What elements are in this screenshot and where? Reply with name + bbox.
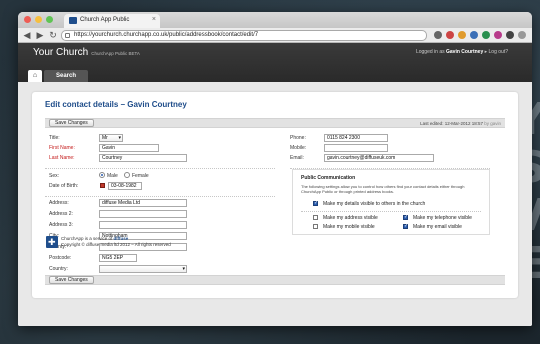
extension-icon[interactable] — [458, 31, 466, 39]
address2-field[interactable] — [99, 210, 187, 218]
close-window-icon[interactable] — [24, 16, 31, 23]
divider — [301, 211, 481, 212]
tab-title: Church App Public — [80, 17, 130, 23]
favicon-icon — [69, 17, 77, 24]
dob-label: Date of Birth: — [49, 183, 79, 189]
sex-female-radio[interactable] — [124, 172, 130, 178]
churchapp-logo-icon — [46, 236, 58, 248]
main-content: Edit contact details – Gavin Courtney Sa… — [18, 82, 532, 326]
maximize-window-icon[interactable] — [46, 16, 53, 23]
public-communication-title: Public Communication — [301, 175, 356, 181]
address-visible-label: Make my address visible — [323, 215, 378, 221]
details-visible-checkbox[interactable] — [313, 200, 318, 206]
country-label: Country: — [49, 266, 68, 272]
address3-label: Address 3: — [49, 222, 73, 228]
home-icon[interactable]: ⌂ — [28, 70, 42, 82]
first-name-field[interactable]: Gavin — [99, 144, 159, 152]
main-nav: ⌂ Search — [28, 70, 89, 82]
extension-icon[interactable] — [494, 31, 502, 39]
country-select[interactable] — [99, 265, 187, 273]
public-communication-box: Public Communication The following setti… — [292, 169, 490, 235]
address-visible-checkbox[interactable] — [313, 215, 318, 220]
address-field[interactable]: diffuse Media Ltd — [99, 199, 187, 207]
first-name-label: First Name: — [49, 145, 75, 151]
address-bar[interactable]: https://yourchurch.churchapp.co.uk/publi… — [61, 29, 427, 41]
bottom-action-bar: Save Changes — [45, 275, 505, 285]
divider — [45, 168, 275, 169]
tab-strip: Church App Public × — [18, 12, 532, 28]
save-changes-button[interactable]: Save Changes — [49, 276, 94, 284]
sex-female-label: Female — [132, 173, 149, 179]
mobile-visible-label: Make my mobile visible — [323, 224, 375, 230]
divider — [45, 196, 275, 197]
wrench-icon[interactable] — [518, 31, 526, 39]
footer-copyright: Copyright © diffuse media ltd 2012 – All… — [61, 242, 171, 247]
email-field[interactable]: gavin.courtney@diffuseuk.com — [324, 154, 434, 162]
extension-icon[interactable] — [506, 31, 514, 39]
last-name-label: Last Name: — [49, 155, 75, 161]
sex-male-label: Male — [107, 173, 118, 179]
sex-male-radio[interactable] — [99, 172, 105, 178]
edit-contact-panel: Edit contact details – Gavin Courtney Sa… — [32, 92, 518, 298]
title-select[interactable]: Mr — [99, 134, 123, 142]
user-name: Gavin Courtney — [446, 49, 484, 55]
minimize-window-icon[interactable] — [35, 16, 42, 23]
email-visible-checkbox[interactable] — [403, 223, 408, 229]
brand-name: Your Church — [33, 47, 89, 58]
tab-search[interactable]: Search — [44, 70, 89, 82]
phone-label: Phone: — [290, 135, 306, 141]
address-label: Address: — [49, 200, 69, 206]
browser-window: Church App Public × ◀ ▶ ↻ https://yourch… — [18, 12, 532, 326]
extension-icon[interactable] — [470, 31, 478, 39]
last-name-field[interactable]: Courtney — [99, 154, 187, 162]
extension-icon[interactable] — [434, 31, 442, 39]
last-edited-info: Last edited: 12-Mar-2012 18:57 by gavin — [420, 121, 501, 126]
reload-icon[interactable]: ↻ — [48, 30, 58, 40]
extension-icons — [434, 31, 526, 39]
last-edited-text: Last edited: 12-Mar-2012 18:57 — [420, 121, 483, 126]
forward-icon[interactable]: ▶ — [35, 30, 45, 40]
url-text: https://yourchurch.churchapp.co.uk/publi… — [74, 31, 259, 38]
logout-link[interactable]: Log out? — [489, 49, 508, 55]
address2-label: Address 2: — [49, 211, 73, 217]
brand[interactable]: Your Church ChurchApp Public BETA — [33, 47, 140, 58]
sex-label: Sex: — [49, 173, 60, 179]
user-status: Logged in as Gavin Courtney ▸ Log out? — [416, 49, 508, 55]
site-header: Your Church ChurchApp Public BETA Logged … — [18, 43, 532, 82]
browser-tab[interactable]: Church App Public × — [64, 14, 160, 28]
title-label: Title: — [49, 135, 60, 141]
save-changes-button[interactable]: Save Changes — [49, 119, 94, 127]
postcode-field[interactable]: NG5 2EP — [99, 254, 137, 262]
diffuse-link[interactable]: diffuse — [114, 236, 129, 241]
last-edited-by: by gavin — [484, 121, 501, 126]
mobile-field[interactable] — [324, 144, 388, 152]
telephone-visible-label: Make my telephone visible — [413, 215, 472, 221]
footer-text: ChurchApp is a service of diffuse Copyri… — [61, 236, 171, 248]
window-controls — [24, 16, 53, 23]
dob-field[interactable]: 03-08-1982 — [108, 182, 142, 190]
phone-field[interactable]: 0115 824 2300 — [324, 134, 388, 142]
details-visible-label: Make my details visible to others in the… — [323, 201, 426, 207]
calendar-icon[interactable] — [100, 183, 105, 188]
back-icon[interactable]: ◀ — [22, 30, 32, 40]
postcode-label: Postcode: — [49, 255, 72, 261]
public-communication-description: The following settings allow you to cont… — [301, 184, 465, 194]
separator-icon: ▸ — [484, 49, 488, 55]
email-visible-label: Make my email visible — [413, 224, 462, 230]
page-title: Edit contact details – Gavin Courtney — [45, 100, 187, 109]
email-label: Email: — [290, 155, 304, 161]
extension-icon[interactable] — [446, 31, 454, 39]
mobile-visible-checkbox[interactable] — [313, 224, 318, 229]
brand-subtitle: ChurchApp Public BETA — [91, 51, 140, 56]
browser-toolbar: ◀ ▶ ↻ https://yourchurch.churchapp.co.uk… — [18, 28, 532, 43]
tab-close-icon[interactable]: × — [152, 16, 156, 23]
extension-icon[interactable] — [482, 31, 490, 39]
logged-in-text: Logged in as — [415, 49, 445, 55]
address3-field[interactable] — [99, 221, 187, 229]
top-action-bar: Save Changes Last edited: 12-Mar-2012 18… — [45, 118, 505, 128]
page-icon — [65, 32, 70, 38]
telephone-visible-checkbox[interactable] — [403, 214, 408, 220]
mobile-label: Mobile: — [290, 145, 307, 151]
footer-service-text: ChurchApp is a service of — [61, 236, 113, 241]
